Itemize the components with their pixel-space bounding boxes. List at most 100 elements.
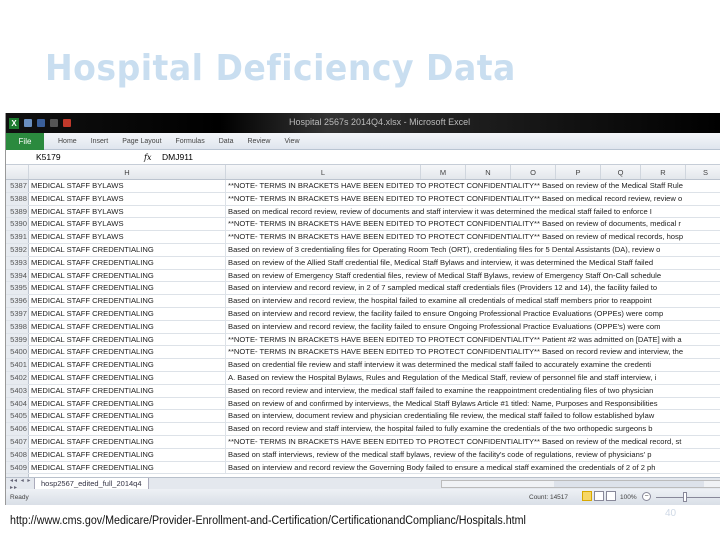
- cell-l[interactable]: Based on review of 3 credentialing files…: [226, 244, 720, 256]
- zoom-out-icon[interactable]: −: [642, 492, 651, 501]
- cell-h[interactable]: MEDICAL STAFF BYLAWS: [29, 180, 226, 192]
- cell-l[interactable]: Based on interview and record review, th…: [226, 308, 720, 320]
- cell-l[interactable]: Based on interview, document review and …: [226, 410, 720, 422]
- ribbon-tab-file[interactable]: File: [6, 132, 44, 150]
- cell-h[interactable]: MEDICAL STAFF CREDENTIALING: [29, 282, 226, 295]
- ribbon-tab-view[interactable]: View: [284, 138, 299, 145]
- cell-h[interactable]: MEDICAL STAFF CREDENTIALING: [29, 461, 226, 474]
- cell-l[interactable]: **NOTE- TERMS IN BRACKETS HAVE BEEN EDIT…: [226, 436, 720, 448]
- row-header[interactable]: 5395: [6, 282, 29, 295]
- cell-l[interactable]: **NOTE- TERMS IN BRACKETS HAVE BEEN EDIT…: [226, 334, 720, 346]
- cell-h[interactable]: MEDICAL STAFF CREDENTIALING: [29, 320, 226, 333]
- column-header-L[interactable]: L: [226, 165, 421, 179]
- horizontal-scrollbar[interactable]: [441, 480, 720, 488]
- spreadsheet-grid[interactable]: HLMNOPQRS 5387 MEDICAL STAFF BYLAWS **NOTE…: [6, 165, 720, 488]
- cell-h[interactable]: MEDICAL STAFF CREDENTIALING: [29, 307, 226, 320]
- zoom-slider[interactable]: [656, 497, 720, 498]
- ribbon-tab-review[interactable]: Review: [248, 138, 271, 145]
- ribbon-tab-page-layout[interactable]: Page Layout: [122, 138, 161, 145]
- save-icon[interactable]: [24, 119, 32, 127]
- formula-input[interactable]: DMJ911: [162, 152, 193, 162]
- cell-l[interactable]: Based on staff interviews, review of the…: [226, 449, 720, 461]
- ribbon-tab-home[interactable]: Home: [58, 138, 77, 145]
- row-header[interactable]: 5406: [6, 423, 29, 435]
- cell-l[interactable]: **NOTE- TERMS IN BRACKETS HAVE BEEN EDIT…: [226, 231, 720, 243]
- row-header[interactable]: 5408: [6, 448, 29, 461]
- normal-view-icon[interactable]: [582, 491, 592, 501]
- row-header[interactable]: 5404: [6, 397, 29, 410]
- row-header[interactable]: 5387: [6, 180, 29, 192]
- cell-h[interactable]: MEDICAL STAFF BYLAWS: [29, 231, 226, 243]
- ribbon-tab-data[interactable]: Data: [219, 138, 234, 145]
- column-header-S[interactable]: S: [686, 165, 720, 179]
- row-header[interactable]: 5405: [6, 410, 29, 423]
- source-url[interactable]: http://www.cms.gov/Medicare/Provider-Enr…: [10, 515, 526, 527]
- cell-l[interactable]: A. Based on review the Hospital Bylaws, …: [226, 372, 720, 384]
- cell-h[interactable]: MEDICAL STAFF CREDENTIALING: [29, 243, 226, 256]
- row-header[interactable]: 5394: [6, 269, 29, 282]
- column-header-N[interactable]: N: [466, 165, 511, 179]
- sheet-tab[interactable]: hosp2567_edited_full_2014q4: [34, 477, 149, 490]
- cell-h[interactable]: MEDICAL STAFF CREDENTIALING: [29, 359, 226, 371]
- row-header[interactable]: 5391: [6, 231, 29, 243]
- row-header[interactable]: 5388: [6, 192, 29, 205]
- row-header[interactable]: 5409: [6, 461, 29, 474]
- zoom-level[interactable]: 100%: [620, 494, 637, 501]
- cell-h[interactable]: MEDICAL STAFF CREDENTIALING: [29, 423, 226, 435]
- cell-l[interactable]: Based on review of and confirmed by inte…: [226, 398, 720, 410]
- row-header[interactable]: 5392: [6, 243, 29, 256]
- column-header-P[interactable]: P: [556, 165, 601, 179]
- fx-icon[interactable]: fx: [144, 153, 162, 162]
- column-header-M[interactable]: M: [421, 165, 466, 179]
- cell-l[interactable]: Based on interview and record review, th…: [226, 295, 720, 307]
- redo-icon[interactable]: [50, 119, 58, 127]
- name-box[interactable]: K5179: [6, 152, 94, 162]
- cell-l[interactable]: Based on medical record review, review o…: [226, 206, 720, 218]
- cell-h[interactable]: MEDICAL STAFF CREDENTIALING: [29, 410, 226, 423]
- select-all-corner[interactable]: [6, 165, 29, 179]
- zoom-slider-knob[interactable]: [683, 492, 687, 502]
- row-header[interactable]: 5402: [6, 371, 29, 384]
- cell-h[interactable]: MEDICAL STAFF CREDENTIALING: [29, 435, 226, 448]
- cell-l[interactable]: Based on interview and record review, in…: [226, 282, 720, 294]
- column-header-O[interactable]: O: [511, 165, 556, 179]
- row-header[interactable]: 5403: [6, 384, 29, 397]
- cell-h[interactable]: MEDICAL STAFF BYLAWS: [29, 205, 226, 218]
- cell-l[interactable]: Based on credential file review and staf…: [226, 359, 720, 371]
- cell-h[interactable]: MEDICAL STAFF CREDENTIALING: [29, 256, 226, 269]
- row-header[interactable]: 5393: [6, 256, 29, 269]
- cell-l[interactable]: Based on review of Emergency Staff crede…: [226, 270, 720, 282]
- row-header[interactable]: 5390: [6, 218, 29, 231]
- row-header[interactable]: 5399: [6, 333, 29, 346]
- row-header[interactable]: 5389: [6, 205, 29, 218]
- cell-l[interactable]: Based on interview and record review, th…: [226, 321, 720, 333]
- cell-l[interactable]: **NOTE- TERMS IN BRACKETS HAVE BEEN EDIT…: [226, 180, 720, 192]
- ribbon-tab-insert[interactable]: Insert: [91, 138, 109, 145]
- column-header-R[interactable]: R: [641, 165, 686, 179]
- cell-l[interactable]: **NOTE- TERMS IN BRACKETS HAVE BEEN EDIT…: [226, 218, 720, 230]
- row-header[interactable]: 5397: [6, 307, 29, 320]
- page-layout-view-icon[interactable]: [594, 491, 604, 501]
- column-header-H[interactable]: H: [29, 165, 226, 179]
- cell-h[interactable]: MEDICAL STAFF CREDENTIALING: [29, 346, 226, 359]
- cell-h[interactable]: MEDICAL STAFF CREDENTIALING: [29, 269, 226, 282]
- cell-h[interactable]: MEDICAL STAFF BYLAWS: [29, 218, 226, 231]
- cell-l[interactable]: Based on review of the Allied Staff cred…: [226, 257, 720, 269]
- cell-l[interactable]: Based on interview and record review the…: [226, 462, 720, 474]
- cell-h[interactable]: MEDICAL STAFF CREDENTIALING: [29, 295, 226, 307]
- row-header[interactable]: 5398: [6, 320, 29, 333]
- row-header[interactable]: 5400: [6, 346, 29, 359]
- cell-h[interactable]: MEDICAL STAFF CREDENTIALING: [29, 333, 226, 346]
- row-header[interactable]: 5401: [6, 359, 29, 371]
- format-icon[interactable]: [63, 119, 71, 127]
- cell-l[interactable]: **NOTE- TERMS IN BRACKETS HAVE BEEN EDIT…: [226, 346, 720, 358]
- cell-l[interactable]: Based on record review and interview, th…: [226, 385, 720, 397]
- column-header-Q[interactable]: Q: [601, 165, 641, 179]
- cell-l[interactable]: **NOTE- TERMS IN BRACKETS HAVE BEEN EDIT…: [226, 193, 720, 205]
- scroll-thumb[interactable]: [554, 481, 704, 487]
- cell-l[interactable]: Based on record review and staff intervi…: [226, 423, 720, 435]
- cell-h[interactable]: MEDICAL STAFF CREDENTIALING: [29, 448, 226, 461]
- cell-h[interactable]: MEDICAL STAFF CREDENTIALING: [29, 397, 226, 410]
- cell-h[interactable]: MEDICAL STAFF CREDENTIALING: [29, 371, 226, 384]
- page-break-view-icon[interactable]: [606, 491, 616, 501]
